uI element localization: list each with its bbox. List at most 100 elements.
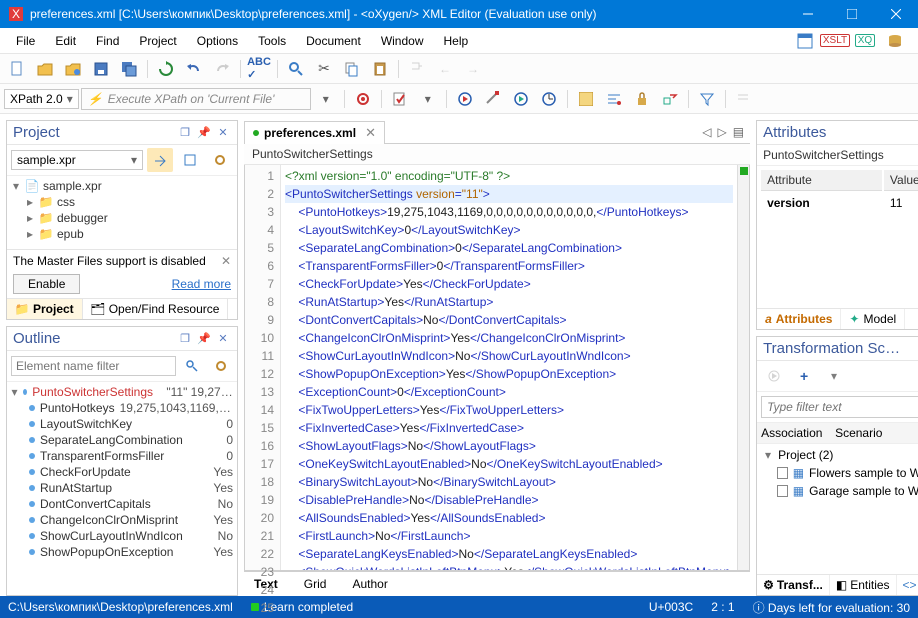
- open-file-icon[interactable]: [32, 57, 58, 81]
- xpath-input[interactable]: ⚡Execute XPath on 'Current File': [81, 88, 311, 110]
- scenario-checkbox[interactable]: [777, 485, 788, 497]
- outline-tree[interactable]: ▾PuntoSwitcherSettings "11" 19,275,1043,…: [7, 382, 237, 595]
- menu-file[interactable]: File: [6, 31, 45, 51]
- panel-close-icon[interactable]: ✕: [215, 332, 231, 346]
- validate-dropdown-icon[interactable]: ▾: [415, 87, 441, 111]
- menu-options[interactable]: Options: [187, 31, 248, 51]
- minimize-button[interactable]: [786, 0, 830, 28]
- xpath-version-select[interactable]: XPath 2.0 ▾: [4, 89, 79, 109]
- outline-item[interactable]: ShowCurLayoutInWndIconNo: [29, 528, 233, 544]
- scenario-checkbox[interactable]: [777, 467, 788, 479]
- format-icon[interactable]: [601, 87, 627, 111]
- outline-item[interactable]: ChangeIconClrOnMisprintYes: [29, 512, 233, 528]
- find-in-files-icon[interactable]: [404, 57, 430, 81]
- project-settings-icon[interactable]: [207, 148, 233, 172]
- scenario-item[interactable]: ▦Flowers sample to WebHelp Respo: [777, 464, 918, 482]
- ts-new-icon[interactable]: +: [791, 364, 817, 388]
- editor-tab[interactable]: preferences.xml ✕: [244, 121, 385, 144]
- ts-edit-icon[interactable]: ▾: [821, 364, 847, 388]
- cut-icon[interactable]: ✂: [311, 57, 337, 81]
- xsl-icon[interactable]: [573, 87, 599, 111]
- configure-transform-icon[interactable]: [480, 87, 506, 111]
- menu-edit[interactable]: Edit: [45, 31, 86, 51]
- debug-icon[interactable]: [508, 87, 534, 111]
- ts-run-icon[interactable]: [761, 364, 787, 388]
- outline-item[interactable]: TransparentFormsFiller0: [29, 448, 233, 464]
- menu-project[interactable]: Project: [129, 31, 186, 51]
- perspective-xquery-icon[interactable]: XQ: [852, 29, 878, 53]
- reload-icon[interactable]: [153, 57, 179, 81]
- mode-tab-grid[interactable]: Grid: [300, 575, 331, 593]
- attribute-row[interactable]: version11: [761, 193, 918, 213]
- menu-find[interactable]: Find: [86, 31, 129, 51]
- enable-button[interactable]: Enable: [13, 274, 80, 294]
- project-tree[interactable]: ▾📄sample.xpr ▸📁css▸📁debugger▸📁epub: [7, 176, 237, 249]
- save-all-icon[interactable]: [116, 57, 142, 81]
- project-selector[interactable]: sample.xpr▾: [11, 150, 143, 170]
- run-icon[interactable]: [452, 87, 478, 111]
- outline-settings-icon[interactable]: [209, 354, 234, 378]
- menu-window[interactable]: Window: [371, 31, 434, 51]
- project-folder[interactable]: ▸📁epub: [11, 226, 233, 242]
- search-icon[interactable]: [283, 57, 309, 81]
- perspective-xslt-icon[interactable]: XSLT: [822, 29, 848, 53]
- xpath-settings-icon[interactable]: [350, 87, 376, 111]
- nav-back-icon[interactable]: ←: [432, 57, 458, 81]
- overview-ruler[interactable]: [737, 165, 749, 570]
- prev-tab-icon[interactable]: ◁: [702, 125, 711, 139]
- outline-item[interactable]: DontConvertCapitalsNo: [29, 496, 233, 512]
- perspective-editor-icon[interactable]: [792, 29, 818, 53]
- close-button[interactable]: [874, 0, 918, 28]
- perspective-db-icon[interactable]: [882, 29, 908, 53]
- tab-project[interactable]: 📁Project: [7, 299, 83, 319]
- tab-attributes[interactable]: aAttributes: [757, 309, 841, 329]
- ts-tree[interactable]: ▾Project (2) ▦Flowers sample to WebHelp …: [757, 444, 918, 574]
- scenario-item[interactable]: ▦Garage sample to WebHelp Respo: [777, 482, 918, 500]
- maximize-button[interactable]: [830, 0, 874, 28]
- attributes-table[interactable]: AttributeValue version11: [759, 168, 918, 215]
- tab-model[interactable]: ✦Model: [841, 309, 905, 329]
- filter-icon[interactable]: [694, 87, 720, 111]
- ts-filter-input[interactable]: [761, 396, 918, 418]
- close-notice-icon[interactable]: ✕: [221, 254, 231, 268]
- outline-item[interactable]: RunAtStartupYes: [29, 480, 233, 496]
- project-folder[interactable]: ▸📁debugger: [11, 210, 233, 226]
- read-more-link[interactable]: Read more: [172, 277, 231, 291]
- menu-help[interactable]: Help: [434, 31, 479, 51]
- copy-icon[interactable]: [339, 57, 365, 81]
- tab-open-find[interactable]: 🗂Open/Find Resource: [83, 299, 229, 319]
- outline-item[interactable]: LayoutSwitchKey0: [29, 416, 233, 432]
- save-icon[interactable]: [88, 57, 114, 81]
- redo-icon[interactable]: [209, 57, 235, 81]
- outline-item[interactable]: ShowPopupOnExceptionYes: [29, 544, 233, 560]
- validate-icon[interactable]: [387, 87, 413, 111]
- refactor-icon[interactable]: [657, 87, 683, 111]
- tab-transform[interactable]: ⚙Transf...: [757, 575, 830, 595]
- open-url-icon[interactable]: [60, 57, 86, 81]
- breadcrumb[interactable]: PuntoSwitcherSettings: [244, 144, 750, 165]
- new-file-icon[interactable]: [4, 57, 30, 81]
- panel-restore-icon[interactable]: ❐: [177, 126, 193, 140]
- link-editor-icon[interactable]: [147, 148, 173, 172]
- panel-pin-icon[interactable]: 📌: [196, 332, 212, 346]
- undo-icon[interactable]: [181, 57, 207, 81]
- menu-tools[interactable]: Tools: [248, 31, 296, 51]
- panel-close-icon[interactable]: ✕: [215, 126, 231, 140]
- xpath-history-icon[interactable]: ▾: [313, 87, 339, 111]
- lock-icon[interactable]: [629, 87, 655, 111]
- paste-icon[interactable]: [367, 57, 393, 81]
- code-editor[interactable]: 1234567891011121314151617181920212223242…: [244, 165, 750, 571]
- panel-pin-icon[interactable]: 📌: [196, 126, 212, 140]
- project-folder[interactable]: ▸📁css: [11, 194, 233, 210]
- outline-item[interactable]: CheckForUpdateYes: [29, 464, 233, 480]
- next-tab-icon[interactable]: ▷: [717, 125, 726, 139]
- wrap-icon[interactable]: [731, 87, 757, 111]
- mode-tab-author[interactable]: Author: [348, 575, 391, 593]
- tab-entities[interactable]: ◧Entities: [830, 575, 897, 595]
- outline-search-icon[interactable]: [180, 354, 205, 378]
- outline-item[interactable]: PuntoHotkeys19,275,1043,1169,0,0: [29, 400, 233, 416]
- menu-document[interactable]: Document: [296, 31, 371, 51]
- outline-item[interactable]: SeparateLangCombination0: [29, 432, 233, 448]
- panel-restore-icon[interactable]: ❐: [177, 332, 193, 346]
- profile-icon[interactable]: [536, 87, 562, 111]
